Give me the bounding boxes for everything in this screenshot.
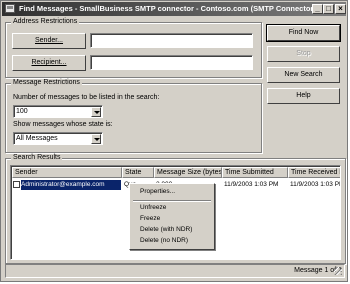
column-header-state[interactable]: State [122,167,154,178]
column-header-time-submitted[interactable]: Time Submitted [222,167,288,178]
row-sender: Administrator@example.com [21,180,121,190]
message-state-label: Show messages whose state is: [13,121,113,128]
stop-label: Stop [296,50,311,57]
message-restrictions-label: Message Restrictions [11,79,82,86]
find-now-label: Find Now [288,29,319,36]
search-results-label: Search Results [11,154,63,161]
help-label: Help [296,92,311,99]
address-restrictions-label: Address Restrictions [11,18,80,25]
column-header-size[interactable]: Message Size (bytes) [154,167,222,178]
stop-button[interactable]: Stop [267,46,340,62]
menu-item-properties[interactable]: Properties... [140,188,175,195]
message-state-select[interactable]: All Messages [13,132,103,145]
column-header-sender[interactable]: Sender [12,167,122,178]
recipient-button[interactable]: Recipient... [12,55,86,71]
message-count-select[interactable]: 100 [13,105,103,118]
find-now-button[interactable]: Find Now [266,24,341,42]
new-search-button[interactable]: New Search [267,67,340,83]
menu-separator [133,200,211,202]
sender-button[interactable]: Sender... [12,33,86,49]
recipient-field[interactable] [90,55,253,70]
menu-item-freeze[interactable]: Freeze [140,215,160,222]
message-state-value: All Messages [16,135,58,142]
new-search-label: New Search [284,71,323,78]
help-button[interactable]: Help [267,88,340,104]
context-menu: Properties... Unfreeze Freeze Delete (wi… [129,183,215,250]
message-count-value: 100 [16,108,28,115]
close-button[interactable]: × [335,4,346,14]
status-bar: Message 1 of 1 [5,264,345,278]
message-count-label: Number of messages to be listed in the s… [13,94,160,101]
menu-item-delete-no-ndr[interactable]: Delete (no NDR) [140,237,188,244]
sender-button-label: Sender... [34,37,64,44]
resize-grip-icon[interactable] [334,267,342,275]
row-time-received: 11/9/2003 1:03 PM [290,181,341,188]
app-icon [5,4,15,13]
find-messages-window: Find Messages - SmallBusiness SMTP conne… [0,0,348,282]
window-title: Find Messages - SmallBusiness SMTP conne… [19,4,316,13]
column-header-time-received[interactable]: Time Received by [288,167,340,178]
menu-item-unfreeze[interactable]: Unfreeze [140,204,166,211]
message-icon [13,181,20,188]
chevron-down-icon[interactable] [91,107,101,117]
menu-item-delete-with-ndr[interactable]: Delete (with NDR) [140,226,192,233]
maximize-button[interactable]: □ [323,4,334,14]
recipient-button-label: Recipient... [31,59,67,66]
row-time-submitted: 11/9/2003 1:03 PM [224,181,279,188]
chevron-down-icon[interactable] [91,134,101,144]
title-bar[interactable]: Find Messages - SmallBusiness SMTP conne… [2,2,346,16]
sender-field[interactable] [90,33,253,48]
minimize-button[interactable]: _ [312,4,323,14]
